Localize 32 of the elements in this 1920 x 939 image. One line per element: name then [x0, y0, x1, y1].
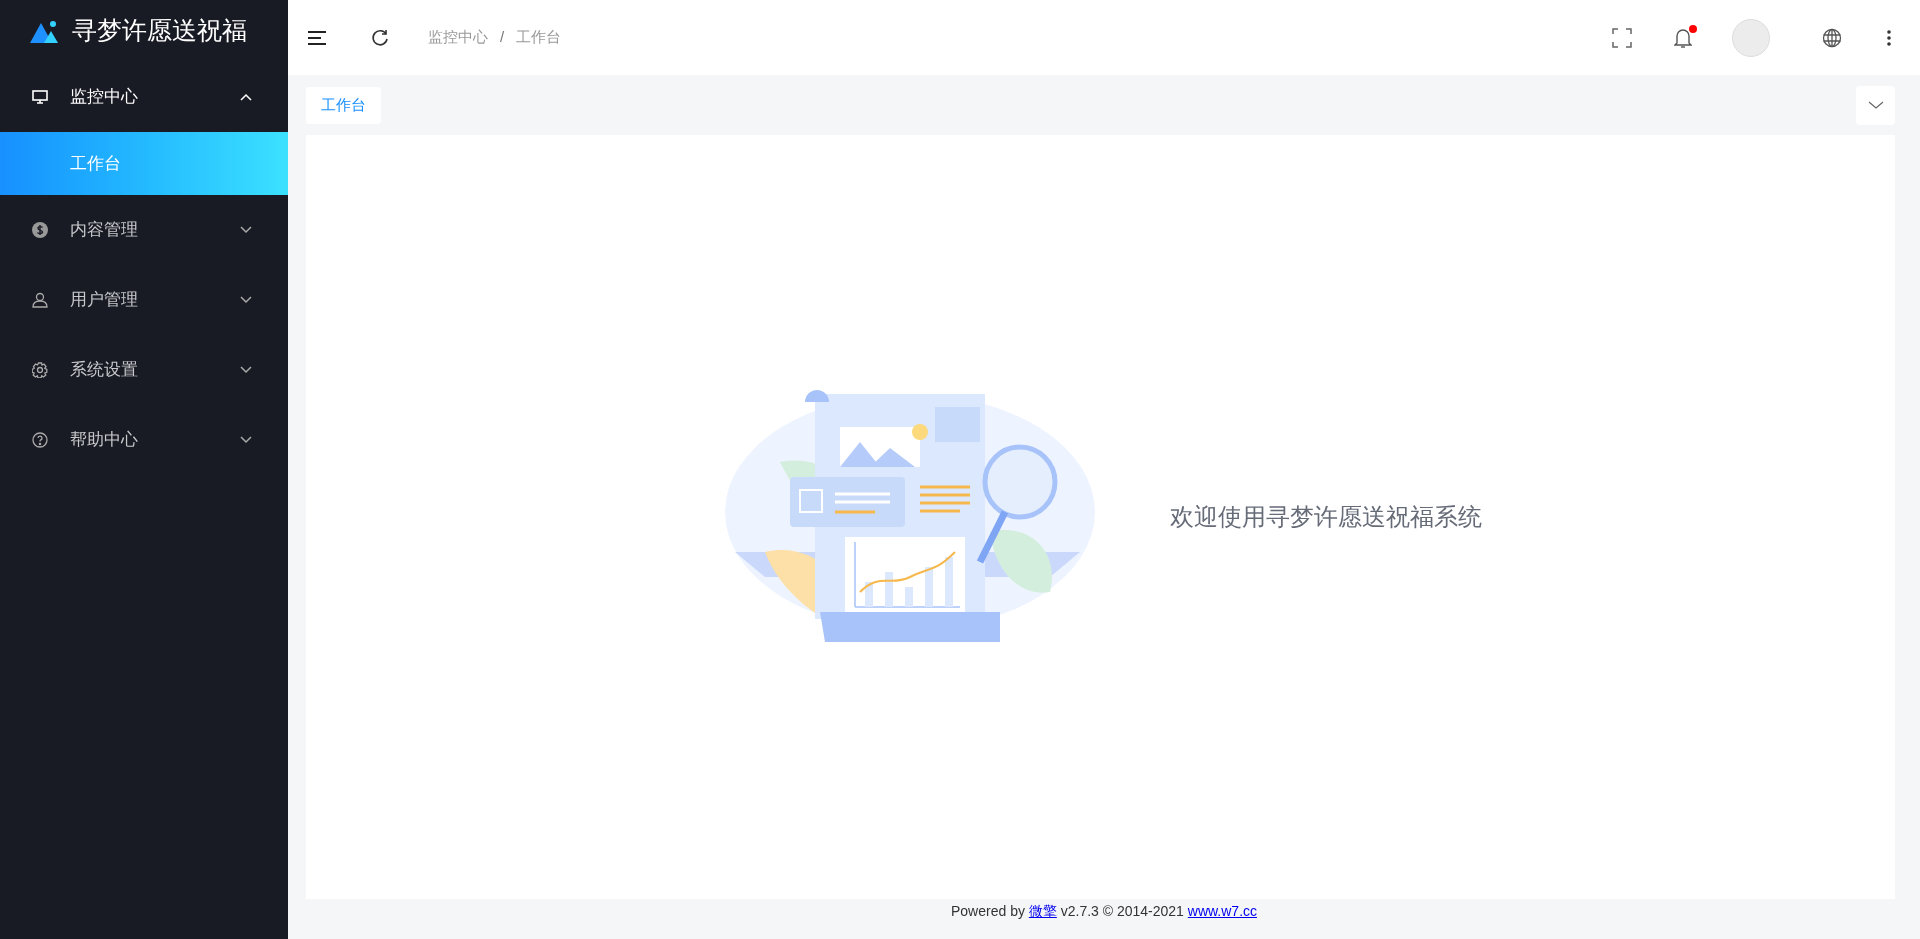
dollar-icon	[32, 222, 48, 238]
menu-label: 用户管理	[70, 289, 138, 312]
brand-link[interactable]: 微擎	[1028, 903, 1057, 919]
fullscreen-icon[interactable]	[1612, 27, 1632, 48]
breadcrumb-separator: /	[500, 27, 505, 48]
more-icon[interactable]	[1886, 29, 1892, 46]
chevron-down-icon	[240, 436, 252, 444]
menu-item[interactable]: 系统设置	[0, 335, 288, 405]
bell-icon[interactable]	[1674, 26, 1694, 49]
menu-label: 内容管理	[70, 219, 138, 242]
menu-item[interactable]: 内容管理	[0, 195, 288, 265]
gear-icon	[32, 362, 48, 378]
help-icon	[32, 432, 48, 448]
logo-icon	[30, 19, 60, 43]
menu-label: 监控中心	[70, 86, 138, 109]
site-link[interactable]: www.w7.cc	[1187, 903, 1257, 919]
chevron-down-icon	[240, 296, 252, 304]
menu-item[interactable]: 用户管理	[0, 265, 288, 335]
menu-item[interactable]: 帮助中心	[0, 405, 288, 475]
menu-label: 帮助中心	[70, 429, 138, 452]
chevron-down-icon	[240, 366, 252, 374]
welcome-message: 欢迎使用寻梦许愿送祝福系统	[1169, 502, 1482, 532]
chevron-down-icon	[240, 226, 252, 234]
footer-text: Powered by 微擎 v2.7.3 © 2014-2021 www.w7.cc	[950, 902, 1258, 921]
globe-icon[interactable]	[1822, 27, 1842, 48]
menu-label: 系统设置	[70, 359, 138, 382]
monitor-icon	[32, 89, 48, 105]
chevron-down-icon	[1867, 101, 1884, 109]
chevron-up-icon	[240, 93, 252, 101]
user-icon	[32, 292, 48, 308]
app-title: 寻梦许愿送祝福	[72, 15, 247, 47]
menu-item[interactable]: 监控中心	[0, 62, 288, 132]
